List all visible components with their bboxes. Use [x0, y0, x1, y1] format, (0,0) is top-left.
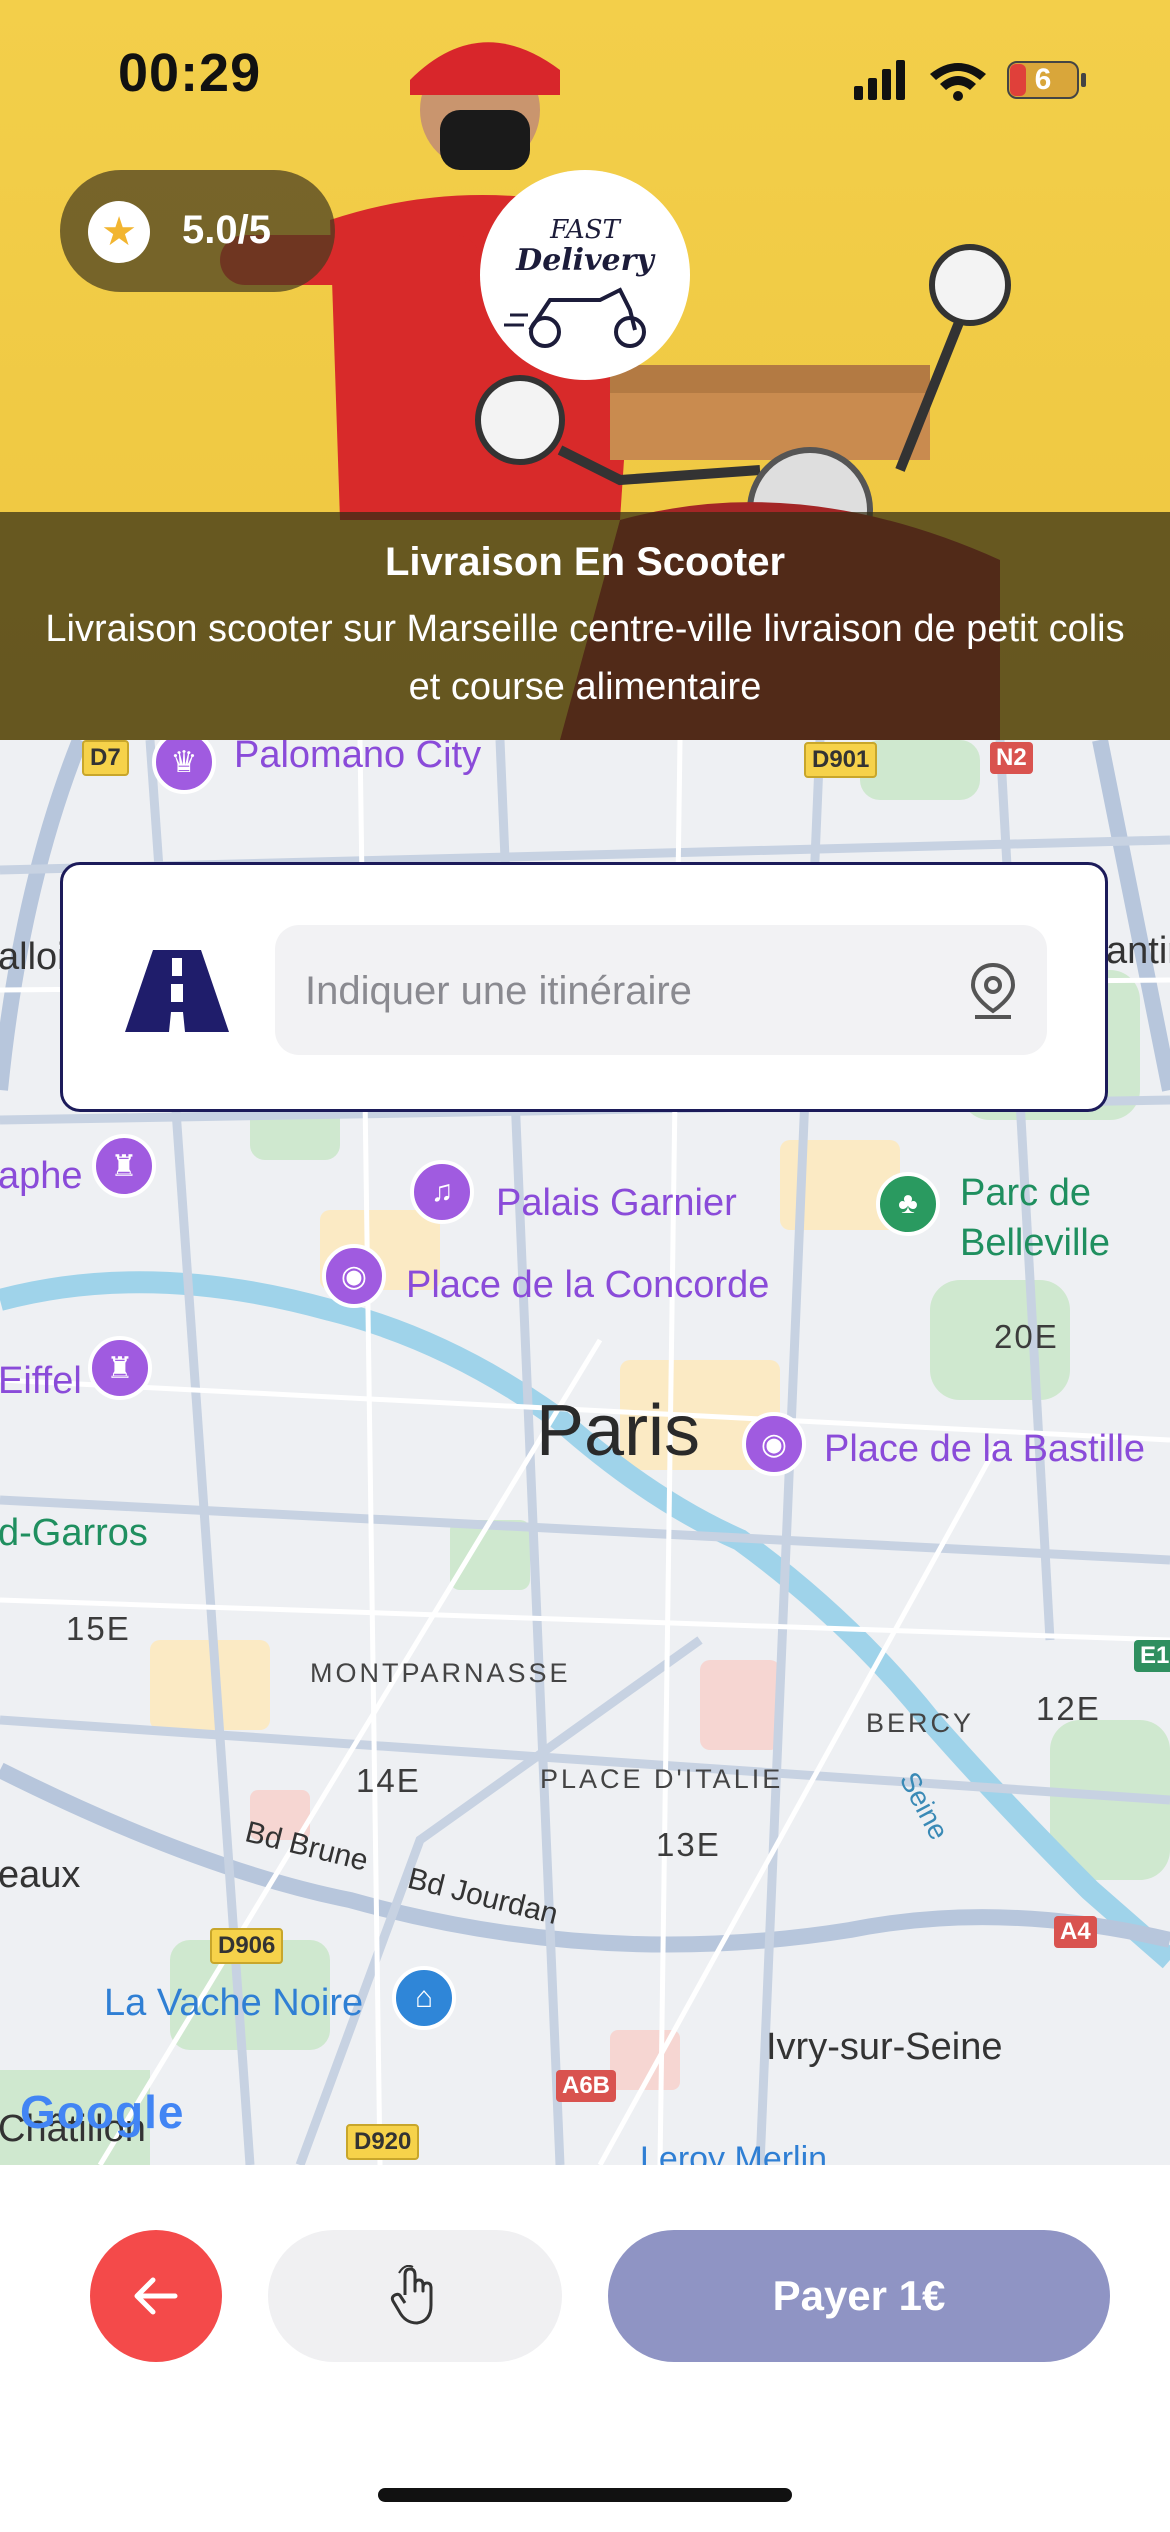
town-eaux: eaux	[0, 1854, 81, 1896]
back-button[interactable]	[90, 2230, 222, 2362]
google-logo: Google	[20, 2085, 184, 2139]
route-search-card	[60, 862, 1108, 1112]
city-label-paris: Paris	[536, 1391, 701, 1471]
battery-level: 6	[1034, 63, 1052, 96]
poi-concorde-label[interactable]: Place de la Concorde	[406, 1264, 769, 1307]
shopping-bag-icon[interactable]: ⌂	[392, 1966, 456, 2030]
district-13e: 13E	[656, 1826, 721, 1863]
road-label-d906: D906	[210, 1928, 284, 1964]
home-indicator	[378, 2488, 792, 2502]
camera-icon[interactable]: ◉	[322, 1244, 386, 1308]
road-label-a4: A4	[1054, 1916, 1097, 1948]
town-ivry: Ivry-sur-Seine	[766, 2026, 1003, 2068]
district-place-italie: PLACE D'ITALIE	[540, 1764, 784, 1794]
status-time: 00:29	[118, 43, 262, 103]
service-caption: Livraison En Scooter Livraison scooter s…	[0, 512, 1170, 740]
district-15e: 15E	[66, 1610, 131, 1647]
eiffel-tower-icon[interactable]: ♜	[88, 1336, 152, 1400]
district-montparnasse: MONTPARNASSE	[310, 1658, 571, 1688]
poi-belleville-label[interactable]: Parc de Belleville	[960, 1168, 1110, 1268]
poi-eiffel-label[interactable]: Eiffel	[0, 1360, 82, 1403]
road-label-e1: E1	[1134, 1640, 1170, 1672]
road-label-n2: N2	[990, 742, 1033, 774]
road-label-d920: D920	[346, 2124, 420, 2160]
service-description: Livraison scooter sur Marseille centre-v…	[45, 608, 1125, 708]
poi-aphe-label[interactable]: aphe	[0, 1155, 83, 1198]
music-icon[interactable]: ♫	[410, 1160, 474, 1224]
poi-leroy-merlin-label[interactable]: Leroy Merlin	[640, 2140, 827, 2165]
road-label-a6b: A6B	[556, 2070, 617, 2102]
park-tree-icon[interactable]: ♣	[876, 1172, 940, 1236]
road-label-d7: D7	[82, 740, 129, 776]
poi-bastille-label[interactable]: Place de la Bastille	[824, 1428, 1145, 1471]
camera-icon-bastille[interactable]: ◉	[742, 1412, 806, 1476]
pay-button[interactable]: Payer 1€	[608, 2230, 1110, 2362]
google-logo-text: Google	[20, 2086, 185, 2138]
hero-banner: 00:29 6 ★ 5.0/5 FAST Delivery Livraison …	[0, 0, 1170, 740]
service-title: Livraison En Scooter	[384, 540, 786, 584]
location-pin-icon[interactable]	[965, 961, 1021, 1021]
map-label-alloi: alloi	[0, 936, 66, 978]
route-search-field[interactable]	[275, 925, 1047, 1057]
poi-garros-label[interactable]: d-Garros	[0, 1512, 148, 1555]
arrow-left-icon	[134, 2277, 178, 2315]
poi-belleville-line1: Parc de	[960, 1172, 1091, 1214]
road-icon	[125, 950, 229, 1032]
hand-tap-icon	[390, 2265, 433, 2325]
monument-icon[interactable]: ♜	[92, 1134, 156, 1198]
star-icon: ★	[88, 201, 150, 263]
svg-text:FAST: FAST	[549, 215, 621, 245]
scooter-logo-icon: FAST Delivery	[504, 215, 656, 348]
road-label-d901: D901	[804, 742, 878, 778]
district-12e: 12E	[1036, 1690, 1101, 1727]
rating-value: 5.0/5	[182, 208, 271, 252]
gesture-button[interactable]	[268, 2230, 562, 2362]
fast-delivery-logo: FAST Delivery	[480, 170, 690, 380]
wifi-icon	[930, 63, 986, 101]
district-20e: 20E	[994, 1318, 1059, 1355]
rating-badge: ★ 5.0/5	[60, 170, 335, 292]
poi-vache-noire-label[interactable]: La Vache Noire	[104, 1982, 363, 2025]
district-bercy: BERCY	[866, 1708, 975, 1738]
signal-icon	[854, 60, 905, 100]
map-label-antin: antin	[1106, 930, 1170, 972]
district-14e: 14E	[356, 1762, 421, 1799]
poi-palomano-label[interactable]: Palomano City	[234, 740, 481, 777]
poi-garnier-label[interactable]: Palais Garnier	[496, 1182, 737, 1225]
svg-text:Delivery: Delivery	[515, 243, 656, 278]
route-search-input[interactable]	[303, 925, 947, 1057]
poi-belleville-line2: Belleville	[960, 1222, 1110, 1264]
